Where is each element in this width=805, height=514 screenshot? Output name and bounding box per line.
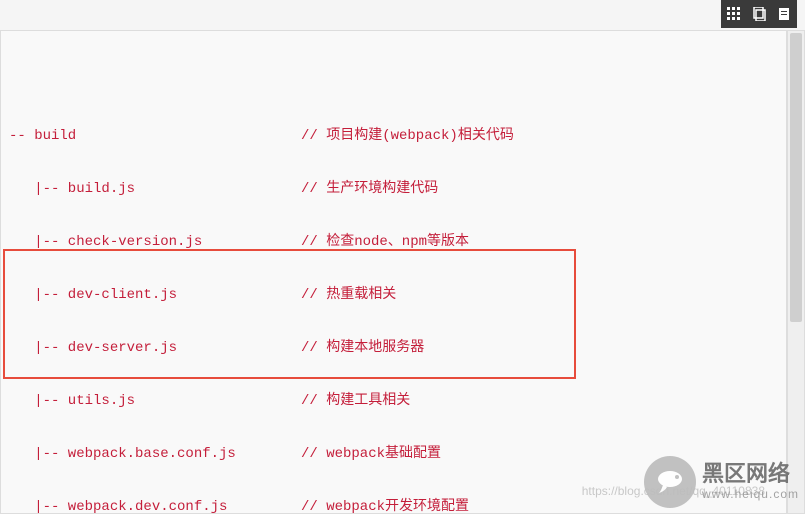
file-comment: // 生产环境构建代码 — [301, 179, 438, 200]
toolbar — [721, 0, 797, 28]
scrollbar-thumb[interactable] — [790, 33, 802, 322]
file-comment: // 项目构建(webpack)相关代码 — [301, 126, 514, 147]
file-path: |-- build.js — [1, 179, 301, 200]
watermark-badge-icon — [644, 456, 696, 508]
doc-icon[interactable] — [776, 6, 792, 22]
file-path: |-- check-version.js — [1, 232, 301, 253]
code-line — [1, 73, 786, 94]
code-line: |-- dev-client.js// 热重载相关 — [1, 285, 786, 306]
file-path: |-- webpack.base.conf.js — [1, 444, 301, 465]
code-line: |-- check-version.js// 检查node、npm等版本 — [1, 232, 786, 253]
file-path — [1, 73, 301, 94]
code-line: |-- build.js// 生产环境构建代码 — [1, 179, 786, 200]
file-comment: // 构建本地服务器 — [301, 338, 424, 359]
file-comment: // 检查node、npm等版本 — [301, 232, 469, 253]
file-path: |-- dev-client.js — [1, 285, 301, 306]
file-comment: // 热重载相关 — [301, 285, 396, 306]
file-path: -- build — [1, 126, 301, 147]
file-comment: // 构建工具相关 — [301, 391, 410, 412]
file-comment: // webpack开发环境配置 — [301, 497, 469, 514]
watermark-url: www.heiqu.com — [702, 487, 799, 501]
file-comment: // webpack基础配置 — [301, 444, 441, 465]
file-path: |-- utils.js — [1, 391, 301, 412]
code-line: -- build// 项目构建(webpack)相关代码 — [1, 126, 786, 147]
scrollbar[interactable] — [787, 30, 805, 514]
file-path: |-- dev-server.js — [1, 338, 301, 359]
copy-icon[interactable] — [751, 6, 767, 22]
grid-icon[interactable] — [726, 6, 742, 22]
watermark-text: 黑区网络 www.heiqu.com — [702, 463, 799, 501]
watermark: 黑区网络 www.heiqu.com — [644, 456, 799, 508]
code-line: |-- dev-server.js// 构建本地服务器 — [1, 338, 786, 359]
code-content: -- build// 项目构建(webpack)相关代码 |-- build.j… — [0, 30, 787, 514]
watermark-title: 黑区网络 — [702, 463, 799, 485]
file-path: |-- webpack.dev.conf.js — [1, 497, 301, 514]
code-line: |-- utils.js// 构建工具相关 — [1, 391, 786, 412]
